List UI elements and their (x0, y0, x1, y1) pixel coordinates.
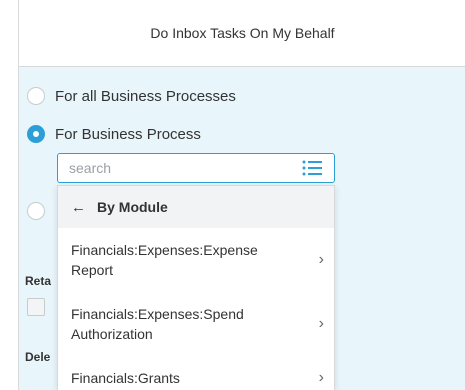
chevron-right-icon: › (318, 251, 324, 268)
list-item-label: Financials:Expenses:Spend Authorization (71, 306, 244, 342)
dialog-frame: Do Inbox Tasks On My Behalf For all Busi… (18, 0, 465, 390)
delegate-label: Dele (25, 350, 51, 364)
dropdown-back-header[interactable]: ← By Module (58, 186, 334, 228)
list-item-label: Financials:Grants (71, 370, 180, 386)
business-process-dropdown: ← By Module Financials:Expenses:Expense … (57, 185, 335, 390)
back-arrow-icon[interactable]: ← (71, 199, 86, 216)
option-business-process[interactable]: For Business Process (27, 125, 201, 143)
list-item-grants[interactable]: Financials:Grants › (58, 368, 334, 388)
radio-third-option[interactable] (27, 202, 45, 220)
dialog-header: Do Inbox Tasks On My Behalf (19, 0, 465, 67)
business-process-search[interactable] (57, 153, 335, 183)
list-icon[interactable] (302, 160, 322, 176)
option-all-business-processes[interactable]: For all Business Processes (27, 87, 236, 105)
list-item-expense-report[interactable]: Financials:Expenses:Expense Report › (58, 240, 334, 280)
dropdown-back-label: By Module (97, 199, 168, 215)
option-label: For all Business Processes (55, 87, 236, 105)
dialog-title: Do Inbox Tasks On My Behalf (150, 25, 335, 41)
radio-all-business-processes[interactable] (27, 87, 45, 105)
chevron-right-icon: › (318, 369, 324, 386)
chevron-right-icon: › (318, 315, 324, 332)
radio-business-process[interactable] (27, 125, 45, 143)
option-label: For Business Process (55, 125, 201, 143)
search-input[interactable] (58, 159, 302, 177)
retain-checkbox[interactable] (27, 298, 45, 316)
list-item-spend-authorization[interactable]: Financials:Expenses:Spend Authorization … (58, 304, 334, 344)
list-item-label: Financials:Expenses:Expense Report (71, 242, 258, 278)
retain-label: Reta (25, 274, 52, 288)
